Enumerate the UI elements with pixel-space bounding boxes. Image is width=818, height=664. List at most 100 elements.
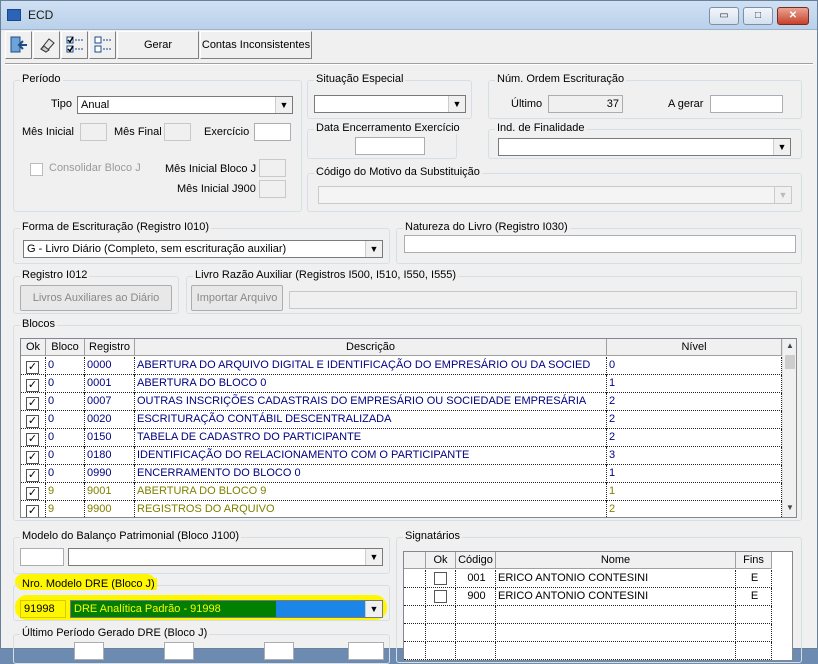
modelo-balanco-select[interactable]: ▼ <box>68 548 383 566</box>
sig-fins-cell <box>736 606 772 624</box>
exit-icon <box>10 36 27 53</box>
close-button[interactable]: ✕ <box>777 7 809 25</box>
exit-button[interactable] <box>5 31 32 59</box>
gerar-button[interactable]: Gerar <box>117 31 199 59</box>
ultimo-periodo-field-1[interactable] <box>74 642 104 660</box>
modelo-balanco-code-field[interactable] <box>20 548 64 566</box>
forma-escrituracao-select[interactable]: G - Livro Diário (Completo, sem escritur… <box>23 240 383 258</box>
signatario-checkbox[interactable] <box>434 572 447 585</box>
scroll-up-icon[interactable]: ▲ <box>783 341 796 350</box>
table-row[interactable] <box>404 624 772 642</box>
sig-header-codigo[interactable]: Código <box>456 552 496 569</box>
signatarios-table[interactable]: Ok Código Nome Fins 001 ERICO ANTONIO CON… <box>403 551 793 661</box>
scroll-thumb[interactable] <box>785 355 795 369</box>
blocos-header-ok[interactable]: Ok <box>21 339 46 356</box>
signatario-checkbox[interactable] <box>434 590 447 603</box>
sig-header-nome[interactable]: Nome <box>496 552 736 569</box>
sig-header-fins[interactable]: Fins <box>736 552 772 569</box>
blocos-scrollbar[interactable]: ▲ ▼ <box>782 339 796 517</box>
chevron-down-icon: ▼ <box>365 549 382 565</box>
row-checkbox[interactable]: ✓ <box>26 379 39 392</box>
situacao-especial-select[interactable]: ▼ <box>314 95 466 113</box>
sig-header-ok[interactable]: Ok <box>426 552 456 569</box>
sig-codigo-cell: 900 <box>456 588 496 606</box>
row-ok-cell: ✓ <box>21 393 46 411</box>
livros-auxiliares-button[interactable]: Livros Auxiliares ao Diário <box>20 285 172 311</box>
row-checkbox[interactable]: ✓ <box>26 469 39 482</box>
codigo-motivo-select[interactable]: ▼ <box>318 186 792 204</box>
mes-final-field[interactable] <box>164 123 191 141</box>
scroll-down-icon[interactable]: ▼ <box>783 503 796 512</box>
mes-inicial-field[interactable] <box>80 123 107 141</box>
row-checkbox[interactable]: ✓ <box>26 415 39 428</box>
table-row[interactable]: ✓ 0 0020 ESCRITURAÇÃO CONTÁBIL DESCENTRALIZ… <box>21 411 782 429</box>
mes-inicial-j900-field[interactable] <box>259 180 286 198</box>
row-ok-cell: ✓ <box>21 447 46 465</box>
blocos-header-bloco[interactable]: Bloco <box>46 339 85 356</box>
sig-codigo-cell <box>456 606 496 624</box>
row-checkbox[interactable]: ✓ <box>26 487 39 500</box>
blocos-header-registro[interactable]: Registro <box>85 339 135 356</box>
contas-inconsistentes-button[interactable]: Contas Inconsistentes <box>200 31 312 59</box>
row-nivel-cell: 1 <box>607 465 782 483</box>
row-checkbox[interactable]: ✓ <box>26 451 39 464</box>
ultimo-periodo-field-3[interactable] <box>264 642 294 660</box>
a-gerar-field[interactable] <box>710 95 783 113</box>
table-row[interactable]: ✓ 9 9001 ABERTURA DO BLOCO 91 <box>21 483 782 501</box>
ind-finalidade-group: Ind. de Finalidade ▼ <box>488 122 802 159</box>
tipo-select[interactable]: Anual ▼ <box>77 96 293 114</box>
uncheck-all-button[interactable] <box>89 31 116 59</box>
livro-razao-group: Livro Razão Auxiliar (Registros I500, I5… <box>186 269 802 314</box>
row-ok-cell: ✓ <box>21 501 46 517</box>
minimize-button[interactable]: ▭ <box>709 7 739 25</box>
maximize-button[interactable]: □ <box>743 7 773 25</box>
blocos-header-descricao[interactable]: Descrição <box>135 339 607 356</box>
table-row[interactable]: ✓ 9 9900 REGISTROS DO ARQUIVO 2 <box>21 501 782 517</box>
table-row[interactable]: ✓ 0 0150 TABELA DE CADASTRO DO PARTICIPANTE… <box>21 429 782 447</box>
data-encerramento-group: Data Encerramento Exercício <box>307 122 462 159</box>
table-row[interactable] <box>404 642 772 660</box>
importar-arquivo-button[interactable]: Importar Arquivo <box>191 285 283 311</box>
table-row[interactable]: ✓ 0 0180 IDENTIFICAÇÃO DO RELACIONAMENTO CO… <box>21 447 782 465</box>
table-row[interactable]: 001 ERICO ANTONIO CONTESINI E <box>404 570 772 588</box>
ind-finalidade-select[interactable]: ▼ <box>498 138 791 156</box>
ultimo-periodo-field-4[interactable] <box>348 642 384 660</box>
sig-ind-cell <box>404 624 426 642</box>
modelo-dre-code-field[interactable]: 91998 <box>20 600 66 618</box>
row-checkbox[interactable]: ✓ <box>26 505 39 517</box>
sig-fins-cell: E <box>736 570 772 588</box>
blocos-table[interactable]: Ok Bloco Registro Descrição Nível ✓ 0 0000… <box>20 338 797 518</box>
data-encerramento-field[interactable] <box>355 137 425 155</box>
consolidar-checkbox[interactable] <box>30 163 43 176</box>
mes-inicial-bloco-j-field[interactable] <box>259 159 286 177</box>
exercicio-field[interactable] <box>254 123 291 141</box>
table-row[interactable]: ✓ 0 0007 OUTRAS INSCRIÇÕES CADASTRAIS DO EM… <box>21 393 782 411</box>
row-checkbox[interactable]: ✓ <box>26 397 39 410</box>
row-checkbox[interactable]: ✓ <box>26 361 39 374</box>
data-encerramento-legend: Data Encerramento Exercício <box>314 122 462 134</box>
table-row[interactable] <box>404 606 772 624</box>
ultimo-periodo-field-2[interactable] <box>164 642 194 660</box>
table-row[interactable]: ✓ 0 0000 ABERTURA DO ARQUIVO DIGITAL E IDEN… <box>21 357 782 375</box>
row-checkbox[interactable]: ✓ <box>26 433 39 446</box>
row-ok-cell: ✓ <box>21 483 46 501</box>
livro-razao-path-field <box>289 291 797 309</box>
sig-ok-cell <box>426 624 456 642</box>
window-title: ECD <box>28 8 54 22</box>
row-bloco-cell: 0 <box>46 411 85 429</box>
modelo-dre-legend: Nro. Modelo DRE (Bloco J) <box>20 578 157 590</box>
check-all-button[interactable] <box>61 31 88 59</box>
ultimo-field: 37 <box>548 95 623 113</box>
row-bloco-cell: 0 <box>46 465 85 483</box>
row-nivel-cell: 0 <box>607 357 782 375</box>
table-row[interactable]: ✓ 0 0001 ABERTURA DO BLOCO 01 <box>21 375 782 393</box>
close-icon: ✕ <box>788 10 798 21</box>
modelo-dre-select[interactable]: DRE Analítica Padrão - 91998 ▼ <box>70 600 383 618</box>
eraser-button[interactable] <box>33 31 60 59</box>
natureza-livro-field[interactable] <box>404 235 796 253</box>
title-bar[interactable]: ECD ▭ □ ✕ <box>1 1 817 30</box>
table-row[interactable]: ✓ 0 0990 ENCERRAMENTO DO BLOCO 01 <box>21 465 782 483</box>
blocos-header-nivel[interactable]: Nível <box>607 339 782 356</box>
table-row[interactable]: 900 ERICO ANTONIO CONTESINI E <box>404 588 772 606</box>
row-bloco-cell: 0 <box>46 429 85 447</box>
